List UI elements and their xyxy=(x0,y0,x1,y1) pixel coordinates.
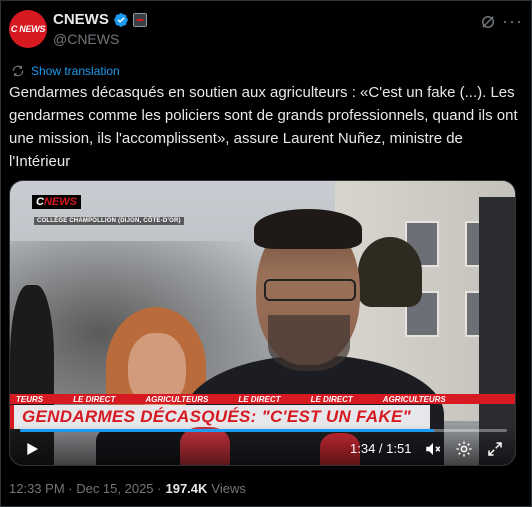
ticker-item: TEURS xyxy=(16,394,44,404)
avatar[interactable]: C NEWS xyxy=(9,10,47,48)
tweet-header: C NEWS CNEWS ▬ @CNEWS ··· xyxy=(9,9,523,49)
author-name[interactable]: CNEWS xyxy=(53,11,109,28)
author-name-row: CNEWS ▬ xyxy=(53,11,147,28)
views-count: 197.4K xyxy=(165,481,208,496)
video-player[interactable]: C NEWS COLLÈGE CHAMPOLLION (DIJON, CÔTE-… xyxy=(9,180,516,466)
tweet-card: C NEWS CNEWS ▬ @CNEWS ··· Show translati… xyxy=(0,0,532,507)
avatar-text: C NEWS xyxy=(10,24,46,34)
channel-logo-news: NEWS xyxy=(43,196,77,208)
translate-icon xyxy=(12,65,24,77)
tweet-meta: 12:33 PM · Dec 15, 2025 · 197.4K Views xyxy=(9,481,246,496)
ticker-item: LE DIRECT xyxy=(238,394,281,404)
news-headline: GENDARMES DÉCASQUÉS: "C'EST UN FAKE" xyxy=(22,407,411,426)
channel-logo: C NEWS xyxy=(32,195,81,209)
author-handle[interactable]: @CNEWS xyxy=(53,31,119,47)
video-time: 1:34 / 1:51 xyxy=(350,441,412,456)
video-controls: 1:34 / 1:51 xyxy=(10,425,515,465)
show-translation-link[interactable]: Show translation xyxy=(11,64,120,78)
channel-logo-c: C xyxy=(36,196,44,208)
ticker-item: AGRICULTEURS xyxy=(145,394,209,404)
gear-icon[interactable] xyxy=(455,440,473,458)
video-progress-bar[interactable] xyxy=(20,429,507,432)
views-label: Views xyxy=(211,481,246,496)
more-options-icon[interactable]: ··· xyxy=(502,11,523,32)
grok-icon[interactable] xyxy=(479,13,497,31)
tweet-text: Gendarmes décasqués en soutien aux agric… xyxy=(9,84,518,170)
ticker-item: LE DIRECT xyxy=(310,394,353,404)
ticker-item: AGRICULTEURS xyxy=(382,394,446,404)
ticker-item: LE DIRECT xyxy=(73,394,116,404)
video-progress-fill xyxy=(20,429,434,432)
location-caption: COLLÈGE CHAMPOLLION (DIJON, CÔTE-D'OR) xyxy=(34,217,184,225)
news-ticker: TEURS LE DIRECT AGRICULTEURS LE DIRECT L… xyxy=(10,394,515,404)
volume-icon[interactable] xyxy=(424,440,442,458)
tweet-timestamp[interactable]: 12:33 PM · Dec 15, 2025 · xyxy=(9,481,161,496)
fullscreen-icon[interactable] xyxy=(486,440,504,458)
play-icon[interactable] xyxy=(24,441,40,457)
affiliate-badge-icon[interactable]: ▬ xyxy=(132,12,147,27)
verified-badge-icon xyxy=(114,12,128,27)
show-translation-label: Show translation xyxy=(31,64,120,78)
